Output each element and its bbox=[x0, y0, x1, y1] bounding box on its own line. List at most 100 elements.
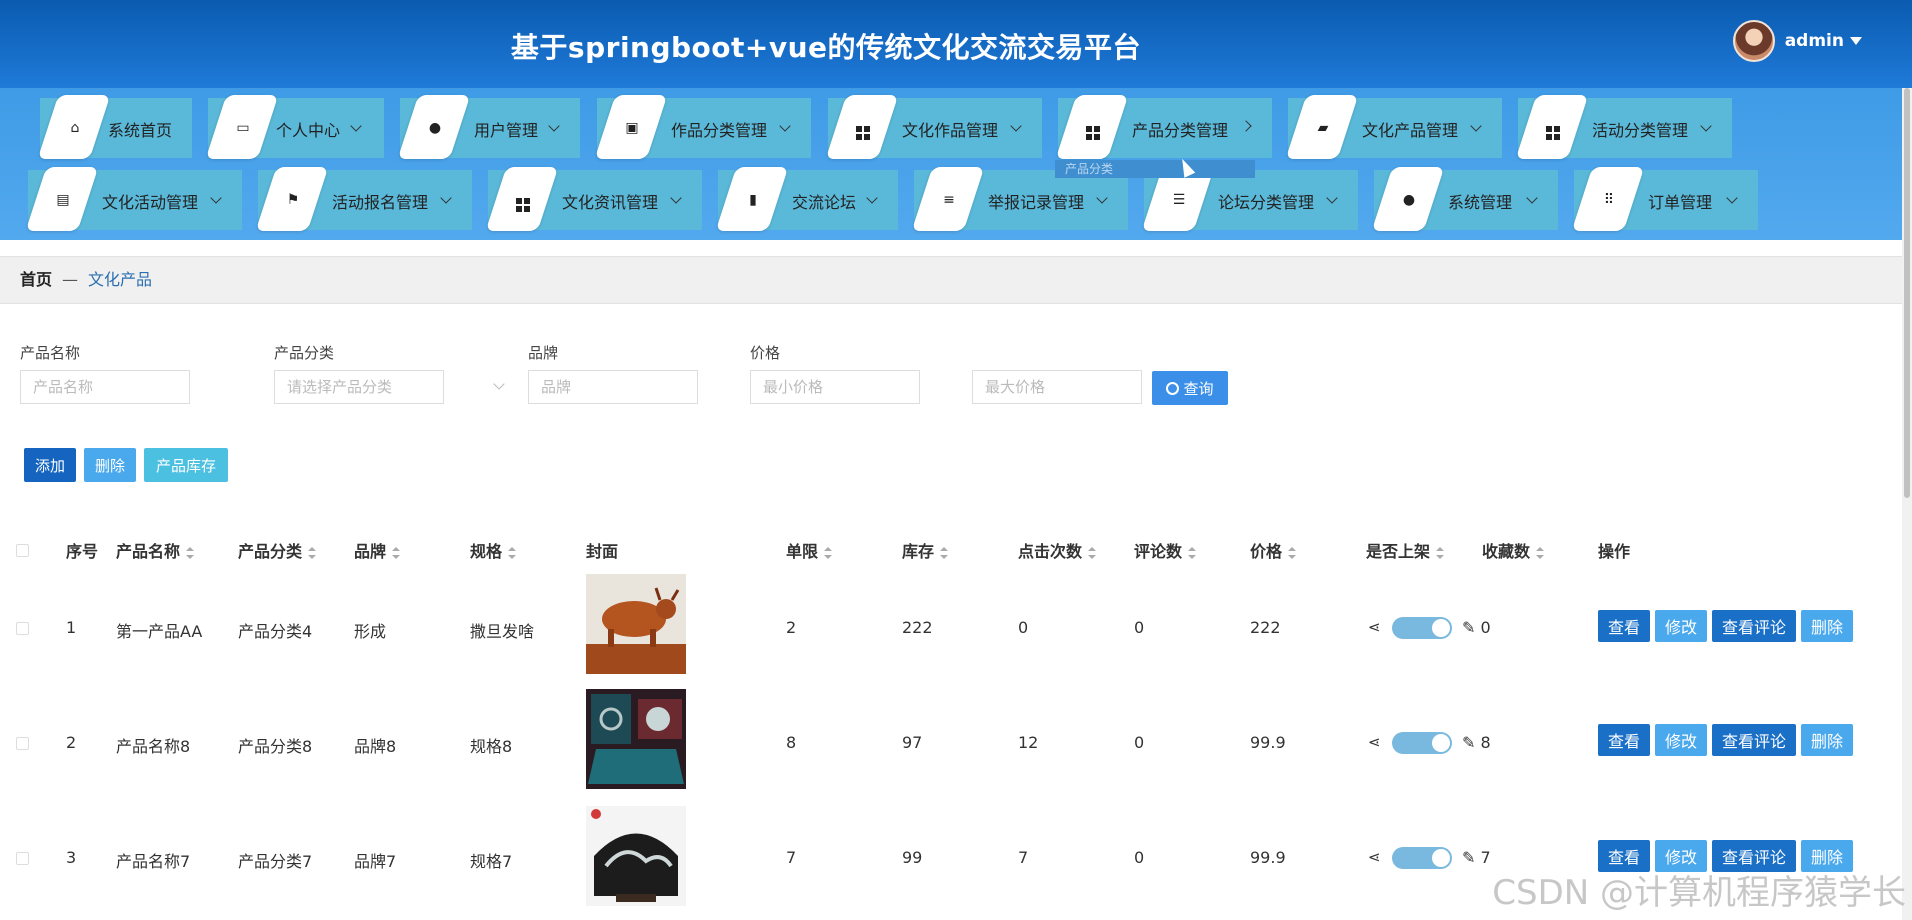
delete-selected-button[interactable]: 删除 bbox=[84, 448, 136, 482]
bulb-icon: ● bbox=[1402, 192, 1416, 208]
user-icon: ● bbox=[428, 120, 442, 136]
col-brand[interactable]: 品牌 bbox=[354, 538, 401, 562]
chevron-down-icon[interactable] bbox=[493, 378, 505, 390]
nav-item-culture-products[interactable]: ▰ 文化产品管理 bbox=[1285, 95, 1502, 159]
wallet-icon: ▰ bbox=[1317, 120, 1329, 136]
nav-item-product-category[interactable]: 产品分类管理 bbox=[1055, 95, 1272, 159]
main-nav: ⌂ 系统首页 ▭ 个人中心 ● 用户管理 ▣ 作品分类管理 文化作品管理 产品分… bbox=[0, 88, 1902, 240]
chevron-down-icon bbox=[1010, 120, 1022, 132]
cover-image-screen[interactable] bbox=[586, 806, 686, 906]
username[interactable]: admin bbox=[1785, 31, 1844, 51]
sort-icon bbox=[508, 546, 517, 559]
col-comments[interactable]: 评论数 bbox=[1134, 538, 1197, 562]
nav-item-news[interactable]: 文化资讯管理 bbox=[485, 167, 702, 231]
nav-item-orders[interactable]: ⠿ 订单管理 bbox=[1571, 167, 1758, 231]
nav-item-profile[interactable]: ▭ 个人中心 bbox=[205, 95, 384, 159]
product-stock-button[interactable]: 产品库存 bbox=[144, 448, 228, 482]
breadcrumb-current: 文化产品 bbox=[88, 270, 153, 289]
chevron-down-icon bbox=[440, 192, 452, 204]
max-price-input[interactable]: 最大价格 bbox=[972, 370, 1142, 404]
sort-icon bbox=[940, 546, 949, 559]
nav-item-activity-signup[interactable]: ⚑ 活动报名管理 bbox=[255, 167, 472, 231]
sort-icon bbox=[1536, 546, 1545, 559]
search-button[interactable]: 查询 bbox=[1152, 371, 1228, 405]
nav-item-forum[interactable]: ▮ 交流论坛 bbox=[715, 167, 898, 231]
view-reviews-button[interactable]: 查看评论 bbox=[1712, 724, 1796, 756]
delete-button[interactable]: 删除 bbox=[1801, 724, 1853, 756]
edit-button[interactable]: 修改 bbox=[1655, 610, 1707, 642]
col-category[interactable]: 产品分类 bbox=[238, 538, 317, 562]
chevron-down-icon bbox=[548, 120, 560, 132]
nav-item-reports[interactable]: ≡ 举报记录管理 bbox=[911, 167, 1128, 231]
top-header: 基于springboot+vue的传统文化交流交易平台 admin bbox=[0, 0, 1912, 88]
col-name[interactable]: 产品名称 bbox=[116, 538, 195, 562]
add-button[interactable]: 添加 bbox=[24, 448, 76, 482]
breadcrumb-home[interactable]: 首页 bbox=[20, 270, 52, 289]
chevron-down-icon bbox=[779, 120, 791, 132]
favorites-count: ✎ 0 bbox=[1462, 618, 1491, 637]
on-shelf-toggle[interactable] bbox=[1392, 732, 1452, 754]
chevron-up-icon bbox=[1240, 120, 1252, 132]
nav-item-activity-category[interactable]: 活动分类管理 bbox=[1515, 95, 1732, 159]
on-shelf-toggle[interactable] bbox=[1392, 617, 1452, 639]
app-title: 基于springboot+vue的传统文化交流交易平台 bbox=[510, 31, 1142, 64]
col-spec[interactable]: 规格 bbox=[470, 538, 517, 562]
chevron-down-icon bbox=[1526, 192, 1538, 204]
col-favorites[interactable]: 收藏数 bbox=[1482, 538, 1545, 562]
cover-image-jewelry-box[interactable] bbox=[586, 689, 686, 789]
row-checkbox[interactable] bbox=[16, 622, 29, 635]
grid-icon bbox=[854, 119, 872, 140]
dropdown-item-product-category[interactable]: 产品分类 bbox=[1055, 160, 1255, 178]
share-icon[interactable]: ⋖ bbox=[1368, 848, 1381, 866]
sort-icon bbox=[824, 546, 833, 559]
page-scrollbar[interactable] bbox=[1902, 88, 1912, 920]
view-button[interactable]: 查看 bbox=[1598, 724, 1650, 756]
favorites-count: ✎ 8 bbox=[1462, 733, 1491, 752]
caret-down-icon[interactable] bbox=[1850, 37, 1862, 45]
share-icon[interactable]: ⋖ bbox=[1368, 618, 1381, 636]
nav-item-users[interactable]: ● 用户管理 bbox=[397, 95, 580, 159]
sort-icon bbox=[308, 546, 317, 559]
list-icon: ≡ bbox=[943, 192, 955, 208]
category-filter-select[interactable]: 请选择产品分类 bbox=[274, 370, 444, 404]
chevron-down-icon bbox=[1096, 192, 1108, 204]
favorites-count: ✎ 7 bbox=[1462, 848, 1491, 867]
cover-image-bull[interactable] bbox=[586, 574, 686, 674]
brand-filter-input[interactable]: 品牌 bbox=[528, 370, 698, 404]
user-menu[interactable]: admin bbox=[1732, 20, 1862, 62]
nav-item-forum-category[interactable]: ☰ 论坛分类管理 bbox=[1141, 167, 1358, 231]
row-checkbox[interactable] bbox=[16, 852, 29, 865]
edit-button[interactable]: 修改 bbox=[1655, 724, 1707, 756]
chevron-down-icon bbox=[210, 192, 222, 204]
col-limit[interactable]: 单限 bbox=[786, 538, 833, 562]
sort-icon bbox=[186, 546, 195, 559]
avatar[interactable] bbox=[1732, 20, 1775, 62]
view-button[interactable]: 查看 bbox=[1598, 610, 1650, 642]
breadcrumb: 首页 — 文化产品 bbox=[0, 256, 1902, 304]
nav-item-culture-activities[interactable]: ▤ 文化活动管理 bbox=[25, 167, 242, 231]
grid-icon bbox=[1084, 119, 1102, 140]
col-clicks[interactable]: 点击次数 bbox=[1018, 538, 1097, 562]
nav-item-home[interactable]: ⌂ 系统首页 bbox=[37, 95, 192, 159]
col-stock[interactable]: 库存 bbox=[902, 538, 949, 562]
grid-icon bbox=[514, 191, 532, 212]
delete-button[interactable]: 删除 bbox=[1801, 610, 1853, 642]
card-icon: ▭ bbox=[236, 120, 250, 136]
brand-filter-label: 品牌 bbox=[528, 344, 559, 362]
select-all-checkbox[interactable] bbox=[16, 544, 29, 557]
col-price[interactable]: 价格 bbox=[1250, 538, 1297, 562]
view-reviews-button[interactable]: 查看评论 bbox=[1712, 610, 1796, 642]
nav-item-work-category[interactable]: ▣ 作品分类管理 bbox=[594, 95, 811, 159]
nav-item-culture-works[interactable]: 文化作品管理 bbox=[825, 95, 1042, 159]
sort-icon bbox=[1088, 546, 1097, 559]
name-filter-input[interactable]: 产品名称 bbox=[20, 370, 190, 404]
share-icon[interactable]: ⋖ bbox=[1368, 733, 1381, 751]
col-cover: 封面 bbox=[586, 542, 619, 561]
row-checkbox[interactable] bbox=[16, 737, 29, 750]
col-on-shelf[interactable]: 是否上架 bbox=[1366, 538, 1445, 562]
on-shelf-toggle[interactable] bbox=[1392, 847, 1452, 869]
min-price-input[interactable]: 最小价格 bbox=[750, 370, 920, 404]
sort-icon bbox=[1188, 546, 1197, 559]
nav-item-system[interactable]: ● 系统管理 bbox=[1371, 167, 1558, 231]
briefcase-icon: ▣ bbox=[625, 120, 639, 136]
